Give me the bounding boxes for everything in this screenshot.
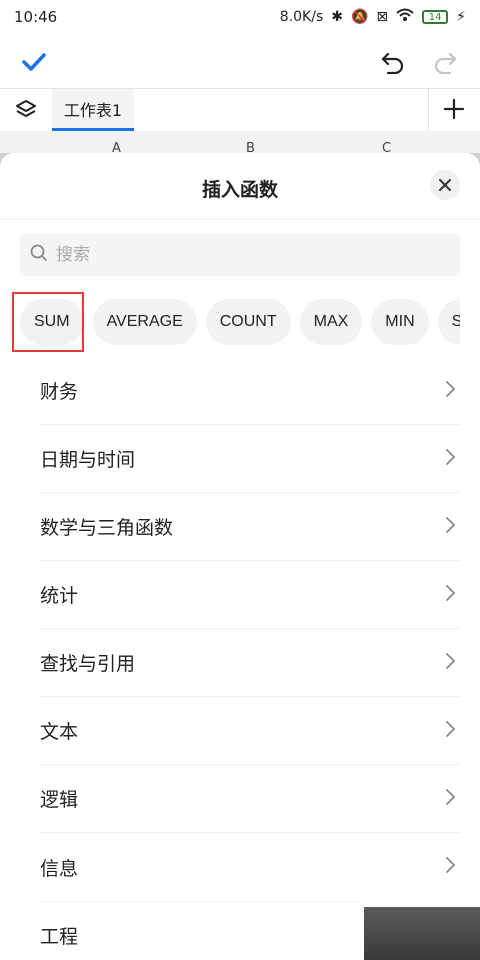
chevron-right-icon bbox=[444, 448, 456, 470]
sheet-tab-bar: 工作表1 bbox=[0, 89, 480, 132]
quick-function-chips: SUMAVERAGECOUNTMAXMINSTDEV bbox=[20, 299, 460, 345]
insert-function-sheet: 插入函数 SUMAVERAGECOUNTMAXMINSTDEV 财务 日期与时间… bbox=[0, 153, 480, 960]
category-label: 工程 bbox=[40, 926, 79, 948]
chevron-right-icon bbox=[444, 720, 456, 742]
category-label: 文本 bbox=[40, 721, 79, 743]
category-item[interactable]: 信息 bbox=[40, 833, 460, 901]
chevron-right-icon bbox=[444, 380, 456, 402]
status-time: 10:46 bbox=[14, 8, 58, 26]
status-bar: 10:46 8.0K/s ✱ 🔕 ⊠ 14 ⚡ bbox=[0, 0, 480, 34]
chip-average[interactable]: AVERAGE bbox=[92, 299, 197, 345]
category-item[interactable]: 查找与引用 bbox=[40, 629, 460, 697]
chevron-right-icon bbox=[444, 856, 456, 878]
network-speed: 8.0K/s bbox=[279, 9, 324, 25]
chevron-right-icon bbox=[444, 516, 456, 538]
redo-icon[interactable] bbox=[432, 50, 458, 78]
category-item[interactable]: 数学与三角函数 bbox=[40, 493, 460, 561]
category-item[interactable]: 文本 bbox=[40, 697, 460, 765]
check-icon[interactable] bbox=[20, 48, 48, 80]
category-label: 逻辑 bbox=[40, 789, 79, 811]
search-icon bbox=[30, 244, 48, 266]
category-item[interactable]: 逻辑 bbox=[40, 765, 460, 833]
status-icons: 8.0K/s ✱ 🔕 ⊠ 14 ⚡ bbox=[280, 8, 466, 26]
tab-worksheet-1[interactable]: 工作表1 bbox=[52, 89, 134, 131]
divider bbox=[0, 219, 480, 220]
category-label: 数学与三角函数 bbox=[40, 517, 174, 539]
chip-stdev[interactable]: STDEV bbox=[437, 299, 460, 345]
column-header: A B C bbox=[0, 131, 480, 156]
mute-icon: 🔕 bbox=[350, 9, 369, 25]
battery-icon: 14 bbox=[422, 10, 449, 24]
category-item[interactable]: 工程 bbox=[40, 901, 358, 960]
search-input[interactable] bbox=[54, 244, 438, 266]
search-bar[interactable] bbox=[20, 234, 460, 276]
sim-icon: ⊠ bbox=[376, 9, 389, 25]
category-label: 财务 bbox=[40, 381, 79, 403]
chip-max[interactable]: MAX bbox=[299, 299, 363, 345]
image-thumbnail bbox=[364, 907, 480, 960]
close-icon bbox=[439, 179, 451, 191]
chip-min[interactable]: MIN bbox=[371, 299, 429, 345]
close-button[interactable] bbox=[430, 170, 460, 200]
plus-icon[interactable] bbox=[442, 97, 466, 125]
bluetooth-icon: ✱ bbox=[331, 9, 343, 25]
chip-count[interactable]: COUNT bbox=[205, 299, 291, 345]
category-item[interactable]: 日期与时间 bbox=[40, 425, 460, 493]
undo-icon[interactable] bbox=[380, 50, 406, 78]
category-label: 统计 bbox=[40, 585, 79, 607]
category-label: 查找与引用 bbox=[40, 653, 136, 675]
top-toolbar bbox=[0, 34, 480, 89]
chevron-right-icon bbox=[444, 788, 456, 810]
chevron-right-icon bbox=[444, 652, 456, 674]
category-item[interactable]: 财务 bbox=[40, 357, 460, 425]
category-label: 日期与时间 bbox=[40, 449, 136, 471]
tab-divider bbox=[428, 89, 429, 131]
sheet-title: 插入函数 bbox=[201, 179, 278, 201]
chevron-right-icon bbox=[444, 584, 456, 606]
highlight-box bbox=[12, 292, 84, 352]
layers-icon[interactable] bbox=[14, 98, 38, 126]
category-label: 信息 bbox=[40, 857, 79, 880]
category-item[interactable]: 统计 bbox=[40, 561, 460, 629]
wifi-icon bbox=[396, 8, 414, 26]
charging-icon: ⚡ bbox=[456, 9, 466, 25]
category-list: 财务 日期与时间 数学与三角函数 统计 查找与引用 文本 逻辑 信息 工程 bbox=[0, 357, 480, 960]
